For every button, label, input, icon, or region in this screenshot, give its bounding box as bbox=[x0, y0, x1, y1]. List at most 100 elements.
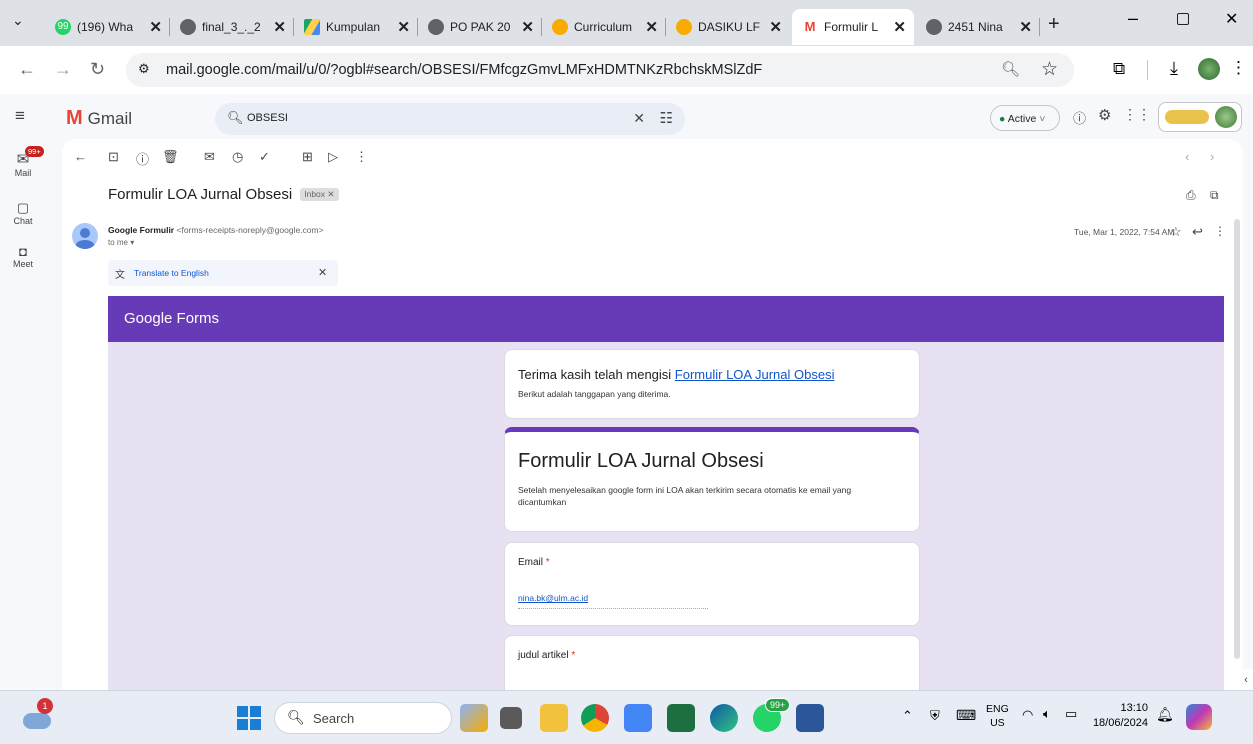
translate-link[interactable]: Translate to English bbox=[134, 268, 209, 278]
message-more-icon[interactable]: ⋮ bbox=[1214, 224, 1226, 238]
back-to-list-icon[interactable]: ← bbox=[74, 149, 87, 164]
battery-icon[interactable]: ▭ bbox=[1065, 706, 1077, 722]
mark-unread-icon[interactable]: ✉ bbox=[204, 149, 215, 165]
more-options-icon[interactable]: ⋮ bbox=[355, 149, 368, 165]
rail-mail[interactable]: ✉ 99+ Mail bbox=[0, 146, 46, 178]
search-bar[interactable]: 🔍︎ OBSESI ✕ ☷ bbox=[215, 103, 685, 135]
menu-icon[interactable]: ⋮ bbox=[1230, 58, 1247, 78]
tab-final[interactable]: final_3_._2 ✕ bbox=[170, 9, 294, 45]
back-icon[interactable]: ← bbox=[18, 59, 36, 80]
extensions-icon[interactable]: ⧉ bbox=[1113, 59, 1125, 79]
tab-po-pak[interactable]: PO PAK 20 ✕ bbox=[418, 9, 542, 45]
reload-icon[interactable]: ↻ bbox=[90, 59, 105, 80]
wifi-icon[interactable]: ◠ bbox=[1022, 707, 1033, 723]
star-icon[interactable]: ☆ bbox=[1170, 224, 1182, 240]
rail-chat[interactable]: ▢ Chat bbox=[0, 200, 46, 226]
translate-bar: 文 Translate to English ✕ bbox=[108, 260, 338, 286]
tab-label: Formulir L bbox=[824, 20, 879, 34]
close-icon[interactable]: ✕ bbox=[149, 18, 162, 36]
close-icon[interactable]: ✕ bbox=[273, 18, 286, 36]
smiley-icon bbox=[552, 19, 568, 35]
file-explorer-icon[interactable] bbox=[540, 704, 568, 732]
zoom-icon[interactable]: 🔍︎ bbox=[1001, 60, 1020, 78]
open-new-window-icon[interactable]: ⧉ bbox=[1210, 188, 1219, 203]
start-button[interactable] bbox=[237, 706, 261, 730]
dismiss-translate-icon[interactable]: ✕ bbox=[318, 266, 327, 279]
reader-app-icon[interactable] bbox=[624, 704, 652, 732]
side-panel-toggle[interactable]: ‹ bbox=[1239, 669, 1253, 691]
snooze-icon[interactable]: ◷ bbox=[232, 149, 243, 165]
help-icon[interactable]: ⓘ bbox=[1073, 108, 1086, 127]
older-icon[interactable]: › bbox=[1210, 149, 1214, 164]
report-spam-icon[interactable]: ⓘ bbox=[136, 149, 149, 168]
new-tab-icon[interactable]: + bbox=[1048, 13, 1060, 36]
inbox-label-chip[interactable]: Inbox ✕ bbox=[300, 188, 339, 201]
forward-icon[interactable]: → bbox=[54, 59, 72, 80]
minimize-icon[interactable]: – bbox=[1128, 8, 1138, 29]
show-hidden-icons[interactable]: ⌃ bbox=[902, 708, 913, 724]
apps-grid-icon[interactable]: ⋮⋮ bbox=[1123, 106, 1151, 123]
lang-text: ENG bbox=[986, 703, 1009, 715]
delete-icon[interactable]: 🗑︎ bbox=[162, 149, 179, 165]
add-task-icon[interactable]: ✓ bbox=[259, 149, 270, 165]
weather-icon[interactable] bbox=[23, 713, 51, 729]
label-icon[interactable]: ▷ bbox=[328, 149, 338, 165]
close-icon[interactable]: ✕ bbox=[521, 18, 534, 36]
form-link[interactable]: Formulir LOA Jurnal Obsesi bbox=[675, 367, 835, 382]
edge-icon[interactable] bbox=[710, 704, 738, 732]
download-icon[interactable]: ⤓ bbox=[1170, 58, 1178, 79]
profile-avatar[interactable] bbox=[1198, 58, 1220, 80]
clear-search-icon[interactable]: ✕ bbox=[633, 110, 645, 127]
close-icon[interactable]: ✕ bbox=[893, 18, 906, 36]
omnibox[interactable]: ⚙ mail.google.com/mail/u/0/?ogbl#search/… bbox=[126, 53, 1074, 87]
rail-meet[interactable]: ◘ Meet bbox=[0, 244, 46, 269]
window-close-icon[interactable]: ✕ bbox=[1225, 9, 1238, 29]
sender-avatar bbox=[72, 223, 98, 249]
language-indicator[interactable]: ENG US bbox=[986, 702, 1009, 730]
smiley-icon bbox=[676, 19, 692, 35]
tab-whatsapp[interactable]: 99 (196) Wha ✕ bbox=[45, 9, 170, 45]
close-icon[interactable]: ✕ bbox=[645, 18, 658, 36]
close-icon[interactable]: ✕ bbox=[397, 18, 410, 36]
search-icon[interactable]: 🔍︎ bbox=[227, 110, 244, 126]
vpn-shield-icon[interactable]: ⛨ bbox=[930, 708, 940, 724]
restore-icon[interactable] bbox=[1177, 13, 1189, 25]
close-icon[interactable]: ✕ bbox=[1019, 18, 1032, 36]
search-input[interactable]: OBSESI bbox=[247, 112, 288, 124]
tab-nina[interactable]: 2451 Nina ✕ bbox=[916, 9, 1040, 45]
word-icon[interactable] bbox=[796, 704, 824, 732]
site-settings-icon[interactable]: ⚙ bbox=[138, 61, 150, 77]
copilot-icon[interactable] bbox=[1186, 704, 1212, 730]
status-chip[interactable]: ● Active ˅ bbox=[990, 105, 1060, 131]
sender-name[interactable]: Google Formulir bbox=[108, 225, 174, 235]
search-options-icon[interactable]: ☷ bbox=[660, 109, 673, 127]
email-answer-link[interactable]: nina.bk@ulm.ac.id bbox=[518, 593, 588, 603]
recipient-dropdown[interactable]: to me ▾ bbox=[108, 238, 134, 247]
tab-formulir[interactable]: M Formulir L ✕ bbox=[792, 9, 914, 45]
excel-icon[interactable] bbox=[667, 704, 695, 732]
account-chip[interactable] bbox=[1158, 102, 1242, 132]
clock[interactable]: 13:10 18/06/2024 bbox=[1092, 701, 1148, 731]
bookmark-star-icon[interactable]: ☆ bbox=[1041, 58, 1058, 81]
tab-curriculum[interactable]: Curriculum ✕ bbox=[542, 9, 666, 45]
bell-icon[interactable]: 🔔︎ bbox=[1156, 706, 1174, 723]
settings-gear-icon[interactable]: ⚙ bbox=[1098, 106, 1111, 124]
keyboard-icon[interactable]: ⌨ bbox=[956, 707, 976, 724]
tab-search-icon[interactable]: ⌄ bbox=[12, 12, 24, 29]
tab-dasiku[interactable]: DASIKU LF ✕ bbox=[666, 9, 790, 45]
task-view-icon[interactable] bbox=[500, 707, 522, 729]
print-icon[interactable]: ⎙ bbox=[1186, 188, 1196, 203]
archive-icon[interactable]: ⊡ bbox=[108, 149, 119, 165]
scrollbar[interactable] bbox=[1234, 219, 1240, 659]
gmail-logo[interactable]: M Gmail bbox=[66, 107, 132, 130]
move-to-icon[interactable]: ⊞ bbox=[302, 149, 313, 165]
reply-icon[interactable]: ↩ bbox=[1192, 224, 1203, 240]
taskbar-search-text: Search bbox=[313, 711, 355, 726]
taskbar-search[interactable]: 🔍︎ Search bbox=[274, 702, 452, 734]
newer-icon[interactable]: ‹ bbox=[1185, 149, 1189, 164]
copilot-app-icon[interactable] bbox=[460, 704, 488, 732]
chrome-icon[interactable] bbox=[581, 704, 609, 732]
tab-kumpulan[interactable]: Kumpulan ✕ bbox=[294, 9, 418, 45]
close-icon[interactable]: ✕ bbox=[769, 18, 782, 36]
volume-icon[interactable]: 🔈︎ bbox=[1043, 706, 1051, 722]
